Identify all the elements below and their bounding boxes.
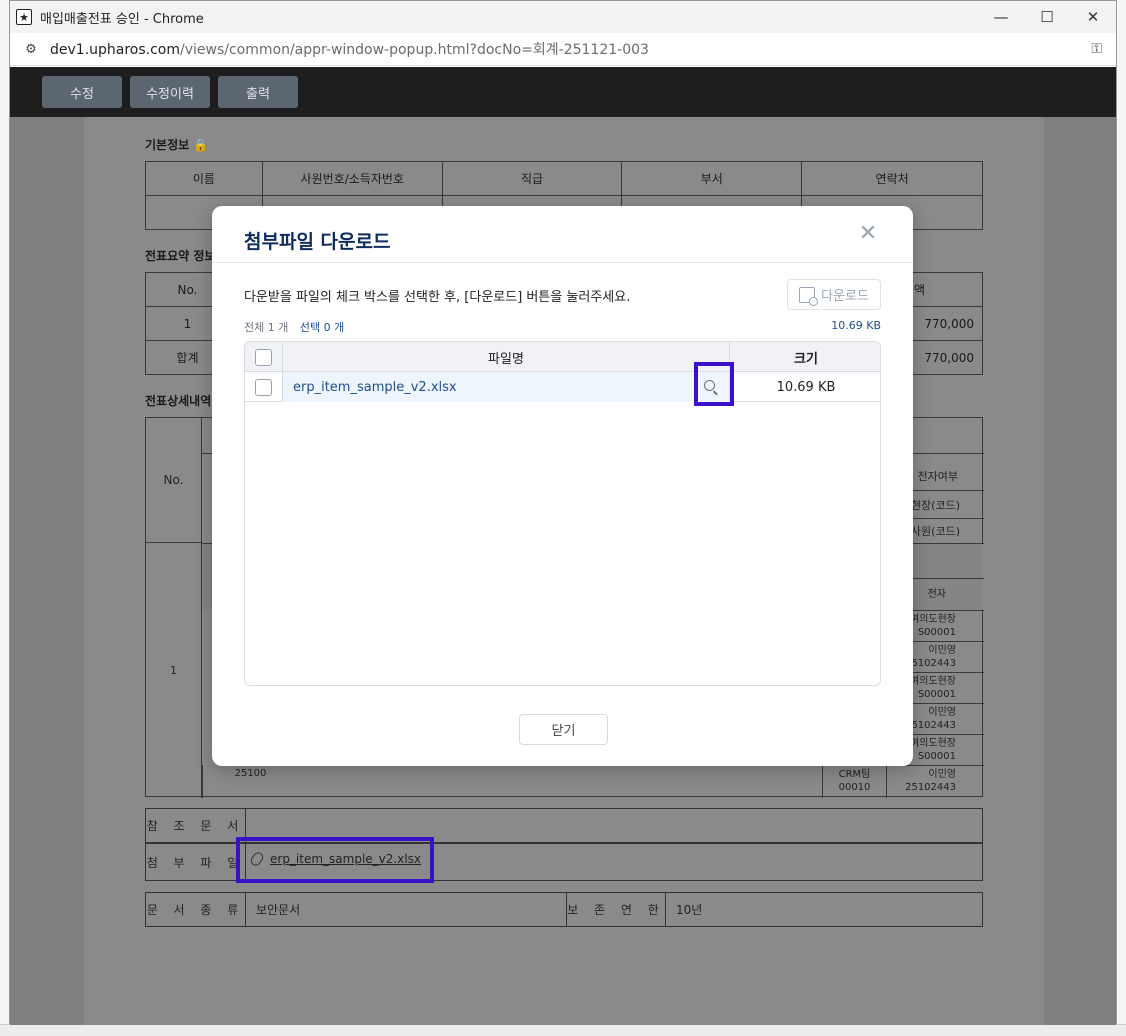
detail-emp-3: 이민영 25102443 — [886, 765, 984, 798]
maximize-button[interactable]: ☐ — [1024, 1, 1070, 33]
app-star-icon: ★ — [16, 9, 32, 25]
print-button[interactable]: 출력 — [218, 76, 298, 108]
detail-bottom-left: 25100 — [202, 765, 298, 798]
col-name: 이름 — [145, 161, 263, 196]
file-checkbox[interactable] — [255, 378, 272, 396]
total-size: 10.69 KB — [831, 319, 881, 332]
total-count: 전체 1 개 — [244, 321, 289, 334]
col-rank: 직급 — [441, 161, 623, 196]
address-bar[interactable]: ⚙ dev1.upharos.com/views/common/appr-win… — [10, 33, 1116, 66]
background-taskbar — [0, 1024, 1126, 1036]
download-label: 다운로드 — [821, 289, 869, 304]
detail-row-no: 1 — [146, 543, 202, 798]
url-text[interactable]: dev1.upharos.com/views/common/appr-windo… — [50, 39, 649, 59]
detail-dept-value: CRM팀 00010 — [822, 765, 886, 798]
ref-doc-label: 참 조 문 서 — [146, 809, 246, 842]
selected-count: 선택 0 개 — [299, 321, 345, 334]
summary-label: 전표요약 정보 — [145, 249, 216, 263]
basic-info-label: 기본정보 🔒 — [145, 138, 209, 152]
file-row[interactable]: erp_item_sample_v2.xlsx 10.69 KB — [245, 372, 880, 402]
filename-column-header: 파일명 — [283, 342, 730, 372]
background-window-right — [1116, 0, 1126, 1036]
site-info-icon[interactable]: ⚙ — [22, 40, 40, 58]
modal-title: 첨부파일 다운로드 — [244, 231, 391, 253]
select-all-checkbox[interactable] — [255, 348, 272, 366]
window-controls: — ☐ ✕ — [978, 1, 1116, 33]
attachment-highlight-frame — [236, 837, 434, 883]
lock-icon: 🔒 — [193, 138, 209, 152]
col-contact: 연락처 — [801, 161, 983, 196]
doc-type-label: 문 서 종 류 — [146, 893, 246, 926]
minimize-button[interactable]: — — [978, 1, 1024, 33]
preview-highlight-frame — [694, 362, 734, 406]
retention-value: 10년 — [676, 903, 703, 917]
col-dept: 부서 — [621, 161, 803, 196]
detail-no-header: No. — [146, 418, 202, 543]
password-key-icon[interactable]: ⚿ — [1091, 41, 1102, 57]
file-size: 10.69 KB — [776, 379, 836, 395]
file-grid-header: 파일명 크기 — [245, 342, 880, 372]
window-title: 매입매출전표 승인 - Chrome — [40, 11, 204, 27]
file-name[interactable]: erp_item_sample_v2.xlsx — [293, 380, 457, 395]
download-button[interactable]: 다운로드 — [787, 279, 881, 310]
modal-description: 다운받을 파일의 체크 박스를 선택한 후, [다운로드] 버튼을 눌러주세요. — [244, 290, 631, 305]
edit-history-button[interactable]: 수정이력 — [130, 76, 210, 108]
detail-label: 전표상세내역 — [145, 394, 212, 408]
col-emp-no: 사원번호/소득자번호 — [261, 161, 443, 196]
file-grid: 파일명 크기 erp_item_sample_v2.xlsx 10.69 KB — [244, 341, 881, 686]
download-file-icon — [799, 286, 819, 306]
file-count-row: 전체 1 개 선택 0 개 — [244, 319, 344, 335]
doc-toolbar: 수정 수정이력 출력 — [10, 67, 1116, 117]
url-host: dev1.upharos.com — [50, 42, 181, 58]
edit-button[interactable]: 수정 — [42, 76, 122, 108]
doc-type-value: 보안문서 — [256, 903, 301, 917]
attach-label: 첨 부 파 일 — [146, 844, 246, 880]
title-bar: ★ 매입매출전표 승인 - Chrome — ☐ ✕ — [10, 1, 1116, 33]
doc-meta-row: 문 서 종 류 보안문서 보 존 연 한 10년 — [145, 892, 983, 927]
file-select-cell — [245, 372, 283, 402]
size-column-header: 크기 — [794, 351, 818, 367]
retention-label: 보 존 연 한 — [566, 893, 666, 926]
close-window-button[interactable]: ✕ — [1070, 1, 1116, 33]
attachment-download-modal: 첨부파일 다운로드 ✕ 다운받을 파일의 체크 박스를 선택한 후, [다운로드… — [212, 206, 913, 766]
select-all-cell — [245, 342, 283, 372]
modal-divider — [212, 262, 913, 263]
modal-close-icon[interactable]: ✕ — [855, 220, 881, 246]
url-path: /views/common/appr-window-popup.html?doc… — [180, 42, 649, 58]
modal-close-button[interactable]: 닫기 — [519, 714, 608, 745]
file-name-cell[interactable]: erp_item_sample_v2.xlsx — [283, 372, 730, 402]
